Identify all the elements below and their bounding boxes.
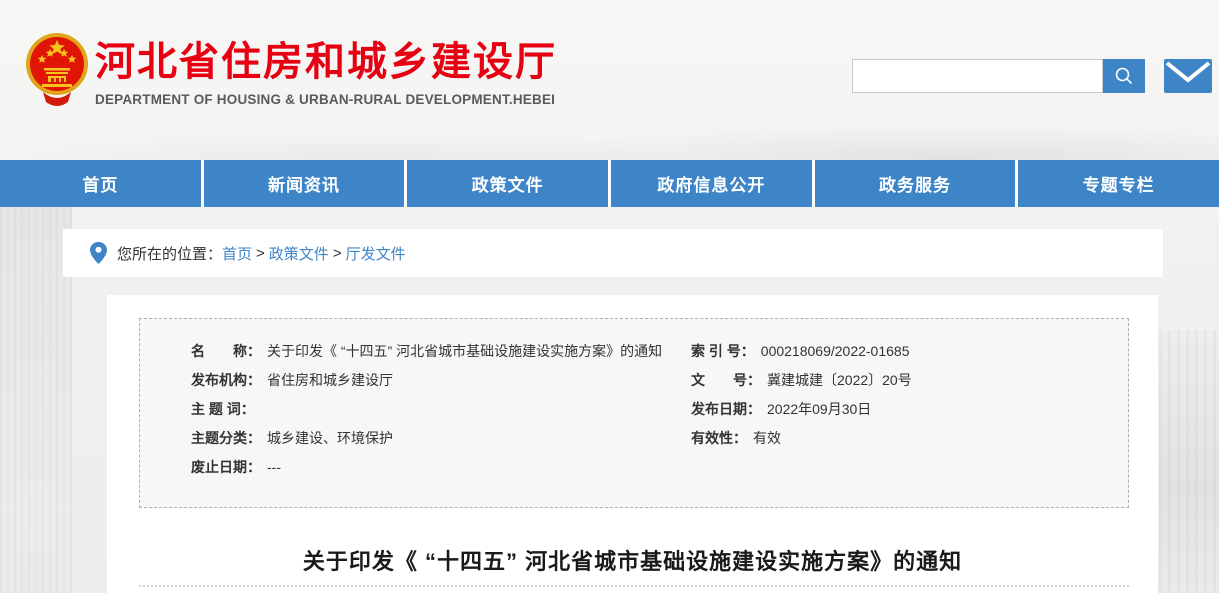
meta-label: 主 题 词： — [191, 401, 255, 417]
right-ink-skyline-art — [1159, 330, 1219, 593]
site-subtitle: DEPARTMENT OF HOUSING & URBAN-RURAL DEVE… — [95, 92, 557, 107]
breadcrumb-link-dept-files[interactable]: 厅发文件 — [346, 243, 406, 264]
meta-left-column: 名 称： 关于印发《 “十四五” 河北省城市基础设施建设实施方案》的通知 发布机构… — [191, 341, 662, 486]
breadcrumb-separator: > — [333, 245, 342, 262]
meta-row-issuing-org: 发布机构： 省住房和城乡建设厅 — [191, 370, 662, 399]
meta-value: 关于印发《 “十四五” 河北省城市基础设施建设实施方案》的通知 — [267, 343, 662, 359]
meta-row-subject-category: 主题分类： 城乡建设、环境保护 — [191, 428, 662, 457]
national-emblem-icon — [25, 32, 89, 114]
breadcrumb-separator: > — [256, 245, 265, 262]
nav-item-policy[interactable]: 政策文件 — [407, 160, 608, 207]
search-button[interactable] — [1103, 59, 1145, 93]
nav-item-news[interactable]: 新闻资讯 — [204, 160, 405, 207]
nav-item-topics[interactable]: 专题专栏 — [1018, 160, 1219, 207]
meta-label: 废止日期： — [191, 459, 261, 475]
breadcrumb-prefix: 您所在的位置： — [117, 243, 222, 264]
breadcrumb-link-home[interactable]: 首页 — [222, 243, 252, 264]
breadcrumb: 您所在的位置： 首页 > 政策文件 > 厅发文件 — [63, 229, 1163, 277]
envelope-icon — [1164, 59, 1212, 93]
nav-item-services[interactable]: 政务服务 — [815, 160, 1016, 207]
nav-item-home[interactable]: 首页 — [0, 160, 201, 207]
meta-label: 主题分类： — [191, 430, 261, 446]
meta-row-publish-date: 发布日期： 2022年09月30日 — [691, 399, 912, 428]
site-title: 河北省住房和城乡建设厅 — [95, 40, 557, 84]
meta-value: 2022年09月30日 — [767, 401, 871, 417]
location-pin-icon — [90, 242, 107, 264]
nav-item-gov-info[interactable]: 政府信息公开 — [611, 160, 812, 207]
meta-row-validity: 有效性： 有效 — [691, 428, 912, 457]
left-ink-tower-art — [0, 180, 72, 593]
meta-row-repeal-date: 废止日期： --- — [191, 457, 662, 486]
meta-value: 冀建城建〔2022〕20号 — [767, 372, 912, 388]
meta-label: 发布日期： — [691, 401, 761, 417]
title-separator — [139, 585, 1129, 587]
meta-row-doc-number: 文 号： 冀建城建〔2022〕20号 — [691, 370, 912, 399]
document-meta-box: 名 称： 关于印发《 “十四五” 河北省城市基础设施建设实施方案》的通知 发布机构… — [139, 318, 1129, 508]
meta-value: --- — [267, 459, 281, 475]
meta-label: 有效性： — [691, 430, 747, 446]
meta-value: 城乡建设、环境保护 — [267, 430, 393, 446]
search-icon — [1113, 65, 1135, 87]
meta-label: 名 称： — [191, 343, 261, 359]
meta-value: 000218069/2022-01685 — [761, 343, 910, 359]
breadcrumb-link-policy[interactable]: 政策文件 — [269, 243, 329, 264]
main-nav: 首页 新闻资讯 政策文件 政府信息公开 政务服务 专题专栏 — [0, 160, 1219, 207]
meta-right-column: 索 引 号： 000218069/2022-01685 文 号： 冀建城建〔2022… — [691, 341, 912, 457]
search-area — [852, 59, 1145, 93]
meta-label: 文 号： — [691, 372, 761, 388]
meta-label: 发布机构： — [191, 372, 261, 388]
meta-value: 有效 — [753, 430, 781, 446]
meta-row-title: 名 称： 关于印发《 “十四五” 河北省城市基础设施建设实施方案》的通知 — [191, 341, 662, 370]
article-title: 关于印发《 “十四五” 河北省城市基础设施建设实施方案》的通知 — [107, 544, 1158, 576]
search-input[interactable] — [852, 59, 1103, 93]
mail-button[interactable] — [1164, 59, 1212, 93]
site-header: 河北省住房和城乡建设厅 DEPARTMENT OF HOUSING & URBA… — [0, 0, 1219, 160]
meta-row-index-number: 索 引 号： 000218069/2022-01685 — [691, 341, 912, 370]
meta-row-subject-words: 主 题 词： — [191, 399, 662, 428]
content-card: 名 称： 关于印发《 “十四五” 河北省城市基础设施建设实施方案》的通知 发布机构… — [107, 295, 1158, 593]
meta-label: 索 引 号： — [691, 343, 755, 359]
meta-value: 省住房和城乡建设厅 — [267, 372, 393, 388]
